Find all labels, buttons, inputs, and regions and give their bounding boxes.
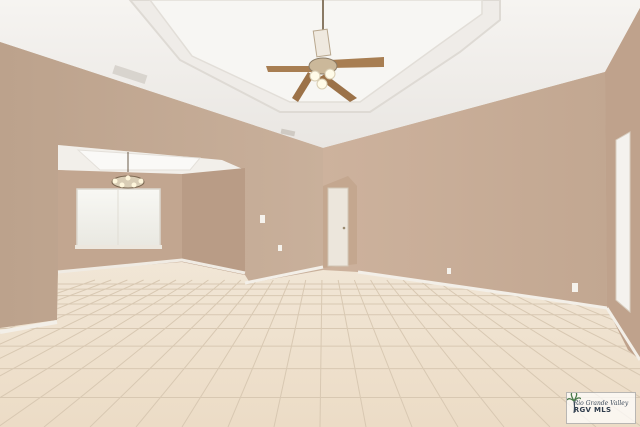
wall-outlet [278, 245, 282, 251]
mls-watermark: Rio Grande Valley RGV MLS [566, 392, 636, 424]
adjoining-room-side-wall [182, 168, 245, 275]
watermark-mls-text: RGV MLS [573, 406, 612, 415]
light-switch[interactable] [260, 215, 265, 223]
wall-outlet [572, 283, 578, 292]
right-window-sliver [615, 131, 631, 314]
room-photo-illustration [0, 0, 640, 427]
wall-outlet [447, 268, 451, 274]
palm-tree-icon [567, 393, 581, 413]
door[interactable] [327, 187, 349, 267]
room-photo: Rio Grande Valley RGV MLS [0, 0, 640, 427]
